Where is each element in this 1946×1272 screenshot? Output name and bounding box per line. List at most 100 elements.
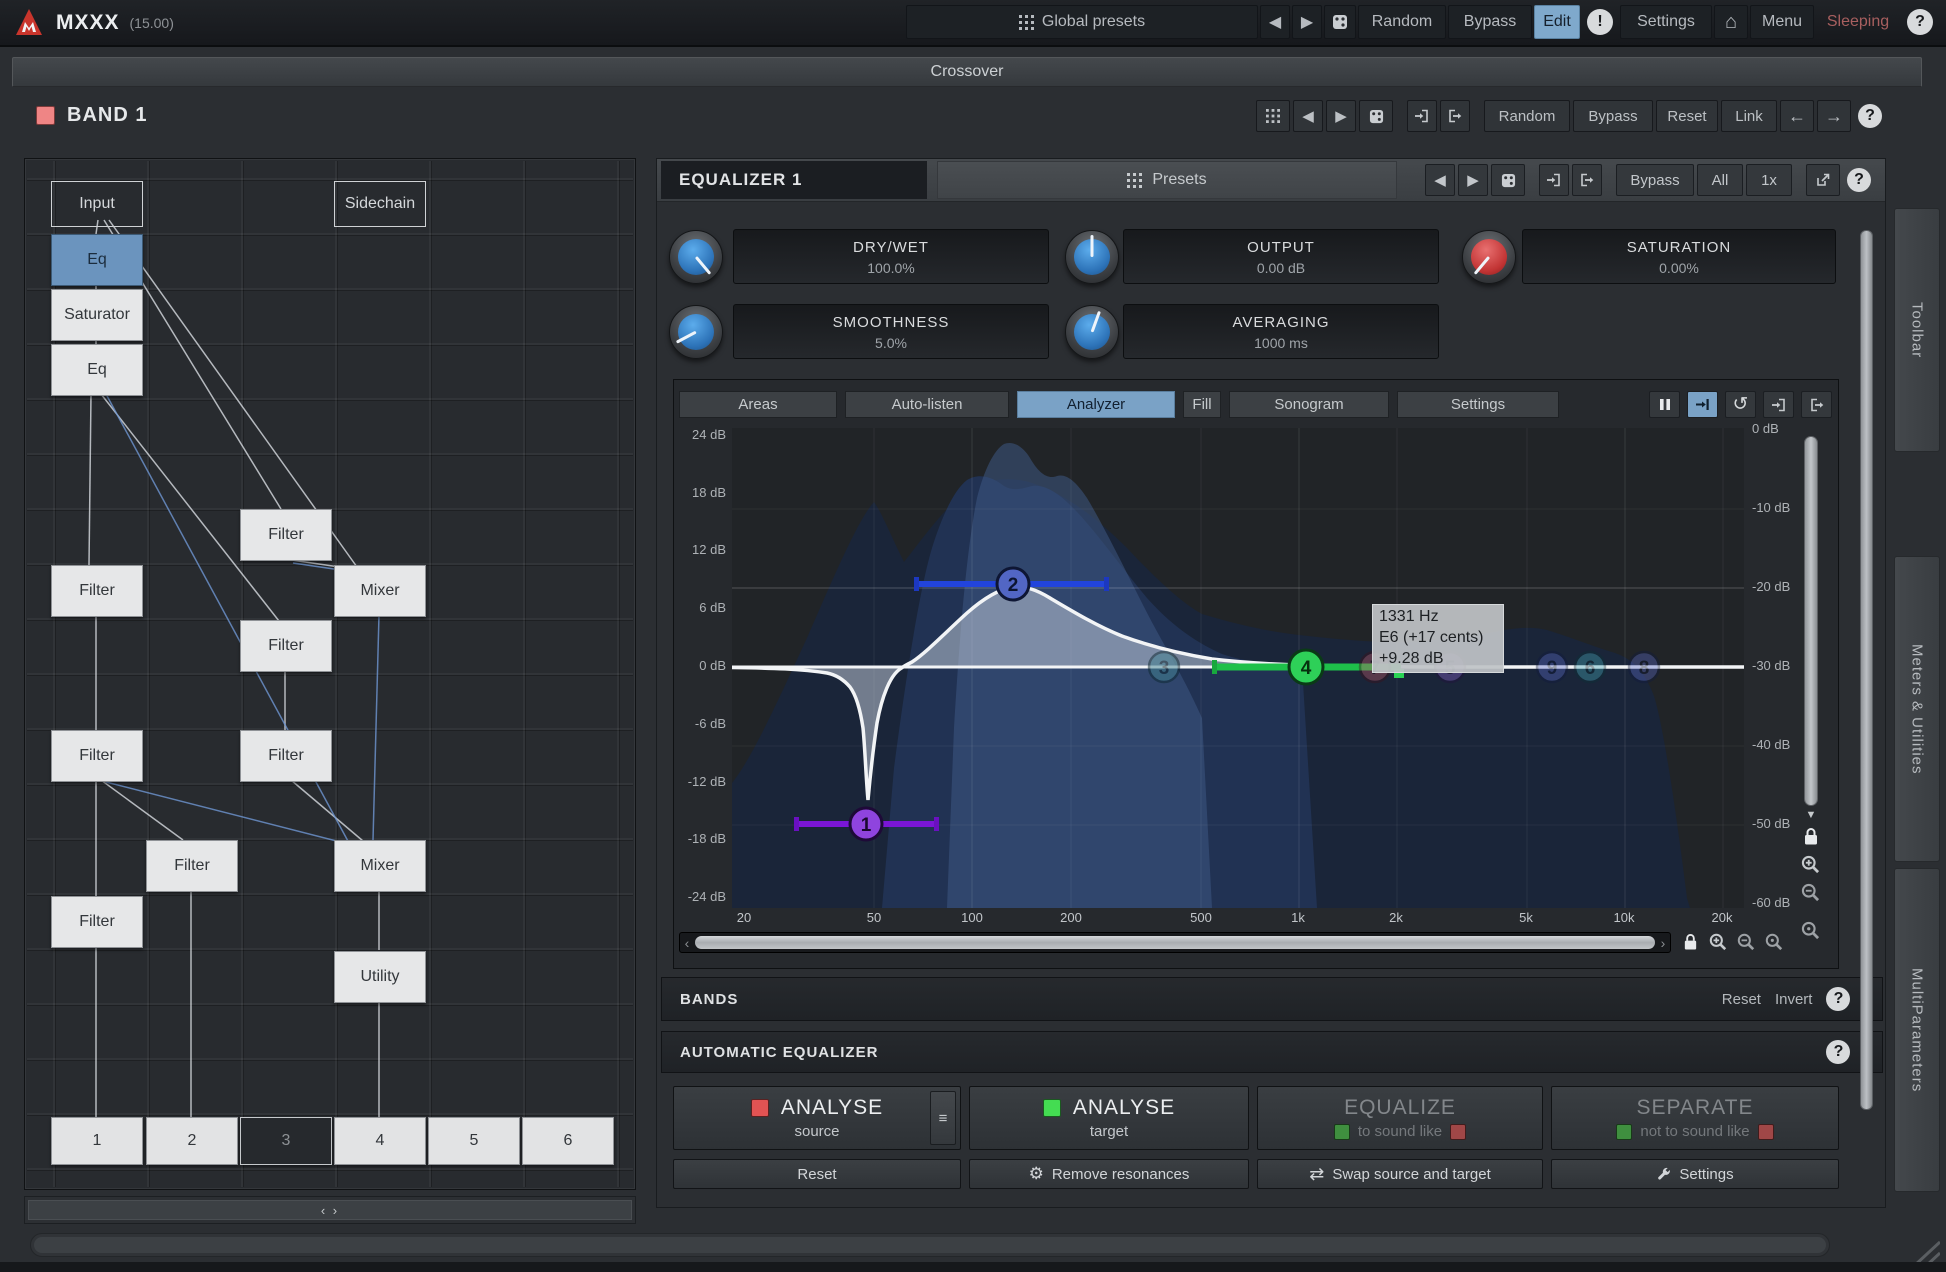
matrix-hscroll-handle[interactable]: ‹ › [28,1200,632,1220]
matrix-node-filter[interactable]: Filter [240,620,332,672]
bands-section-header[interactable]: BANDS Reset Invert ? ▴▾ [661,977,1883,1021]
tab-sonogram[interactable]: Sonogram [1229,391,1389,418]
vlock-button[interactable] [1802,826,1820,847]
tab-fill[interactable]: Fill [1183,391,1221,418]
smoothness-display[interactable]: SMOOTHNESS 5.0% [733,304,1049,359]
band4-marker[interactable]: 4 [1289,650,1323,684]
band-random-button[interactable]: Random [1484,100,1570,132]
band-forward-button[interactable]: → [1817,100,1851,132]
global-presets-button[interactable]: Global presets [906,5,1258,39]
random-button[interactable]: Random [1358,5,1446,39]
plot-vscrollbar[interactable] [1804,436,1818,806]
smoothness-knob[interactable] [669,305,723,359]
reset-view-button[interactable]: ↺ [1725,391,1756,418]
bypass-button[interactable]: Bypass [1448,5,1532,39]
band-help-button[interactable]: ? [1854,100,1886,132]
output-display[interactable]: OUTPUT 0.00 dB [1123,229,1439,284]
hlock-button[interactable] [1682,932,1699,952]
eq-scale-button[interactable]: 1x [1746,164,1792,196]
matrix-node-eq2[interactable]: Eq [51,344,143,396]
swap-source-target-button[interactable]: ⇄ Swap source and target [1257,1159,1543,1189]
equalize-button[interactable]: EQUALIZE to sound like [1257,1086,1543,1150]
saturation-knob[interactable] [1462,230,1516,284]
eq-import-button[interactable] [1539,164,1569,196]
vzoom-out-button[interactable] [1800,882,1821,903]
menu-button[interactable]: Menu [1750,5,1814,39]
band-presets-button[interactable] [1256,100,1290,132]
matrix-output-3[interactable]: 3 [240,1117,332,1165]
averaging-knob[interactable] [1065,305,1119,359]
matrix-node-filter[interactable]: Filter [146,840,238,892]
eq-help-button[interactable]: ? [1843,164,1875,196]
settings-button[interactable]: Settings [1620,5,1712,39]
averaging-display[interactable]: AVERAGING 1000 ms [1123,304,1439,359]
edit-button[interactable]: Edit [1534,5,1580,39]
drywet-display[interactable]: DRY/WET 100.0% [733,229,1049,284]
vzoom-in-button[interactable] [1800,854,1821,875]
analyse-target-button[interactable]: ANALYSE target [969,1086,1249,1150]
auto-eq-reset-button[interactable]: Reset [673,1159,961,1189]
matrix-node-filter[interactable]: Filter [240,730,332,782]
sidebar-tab-multiparameters[interactable]: MultiParameters [1894,868,1940,1192]
band1-marker[interactable]: 1 [850,808,882,840]
matrix-node-utility[interactable]: Utility [334,951,426,1003]
matrix-node-saturator[interactable]: Saturator [51,289,143,341]
matrix-node-filter[interactable]: Filter [51,565,143,617]
drywet-knob[interactable] [669,230,723,284]
matrix-node-mixer[interactable]: Mixer [334,565,426,617]
scroll-down-icon[interactable]: ▼ [1802,808,1820,822]
tab-areas[interactable]: Areas [679,391,837,418]
alert-button[interactable]: ! [1582,5,1618,39]
vzoom-reset-button[interactable] [1800,920,1821,941]
matrix-hscrollbar[interactable]: ‹ › [24,1196,636,1224]
eq-popout-button[interactable] [1806,164,1840,196]
eq-next-button[interactable]: ▶ [1458,164,1488,196]
panel-vscrollbar[interactable] [1860,230,1873,1110]
band-reset-button[interactable]: Reset [1656,100,1718,132]
bands-reset-button[interactable]: Reset [1722,991,1761,1008]
band-next-button[interactable]: ▶ [1326,100,1356,132]
preset-next-button[interactable]: ▶ [1292,5,1322,39]
bands-help-button[interactable]: ? [1826,987,1850,1011]
tab-analyzer[interactable]: Analyzer [1017,391,1175,418]
hzoom-in-button[interactable] [1708,932,1728,952]
scroll-right-icon[interactable]: › [1656,933,1670,952]
matrix-output-1[interactable]: 1 [51,1117,143,1165]
matrix-node-filter[interactable]: Filter [240,509,332,561]
eq-dice-button[interactable] [1491,164,1525,196]
band-link-button[interactable]: Link [1721,100,1777,132]
eq-plot[interactable]: 7 5 9 6 8 1 [732,428,1744,908]
matrix-node-eq-selected[interactable]: Eq [51,234,143,286]
eq-export-button[interactable] [1572,164,1602,196]
saturation-display[interactable]: SATURATION 0.00% [1522,229,1836,284]
auto-eq-section-header[interactable]: AUTOMATIC EQUALIZER ? ▴▾ [661,1031,1883,1073]
band2-marker[interactable]: 2 [997,568,1029,600]
tab-auto-listen[interactable]: Auto-listen [845,391,1009,418]
matrix-node-filter[interactable]: Filter [51,730,143,782]
equalizer-presets-button[interactable]: Presets [937,161,1397,199]
bands-invert-button[interactable]: Invert [1775,991,1813,1008]
window-hscroll-handle[interactable] [34,1237,1826,1253]
home-button[interactable]: ⌂ [1714,5,1748,39]
matrix-node-input[interactable]: Input [51,181,143,227]
separate-button[interactable]: SEPARATE not to sound like [1551,1086,1839,1150]
pause-button[interactable] [1649,391,1680,418]
band-color-swatch[interactable] [36,106,55,125]
eq-bypass-button[interactable]: Bypass [1616,164,1694,196]
matrix-output-6[interactable]: 6 [522,1117,614,1165]
matrix-output-2[interactable]: 2 [146,1117,238,1165]
plot-hscrollbar[interactable]: ‹ › [679,932,1671,953]
analyse-source-button[interactable]: ANALYSE source ≡ [673,1086,961,1150]
hzoom-out-button[interactable] [1736,932,1756,952]
matrix-output-4[interactable]: 4 [334,1117,426,1165]
band3-marker[interactable]: 3 [1149,652,1179,682]
auto-eq-settings-button[interactable]: Settings [1551,1159,1839,1189]
sleeping-indicator[interactable]: Sleeping [1816,5,1900,39]
window-hscrollbar[interactable] [30,1233,1830,1257]
plot-hscroll-handle[interactable] [695,936,1655,949]
band-export-button[interactable] [1440,100,1470,132]
matrix-output-5[interactable]: 5 [428,1117,520,1165]
crossover-bar[interactable]: Crossover [12,57,1922,87]
help-button[interactable]: ? [1902,5,1938,39]
sidebar-tab-meters-utilities[interactable]: Meters & Utilities [1894,556,1940,862]
